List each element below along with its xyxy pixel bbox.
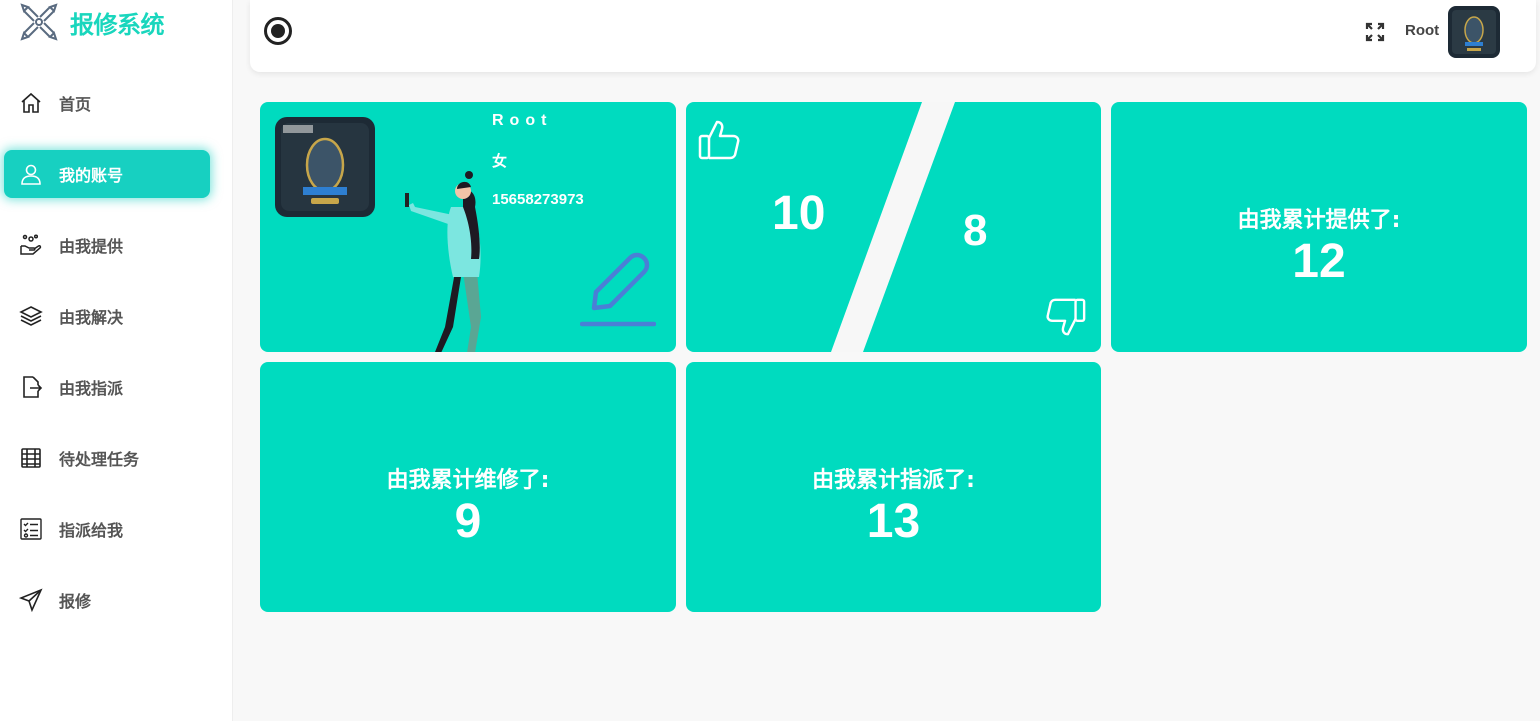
user-icon [21, 164, 41, 185]
stat-block: 由我累计维修了: 9 [260, 462, 676, 546]
sidebar-item-label: 待处理任务 [59, 450, 140, 469]
profile-avatar-image [275, 117, 375, 217]
sidebar-nav: 首页 我的账号 由我提供 由我解决 由我指派 待处理任务 指派给我 报修 [0, 79, 233, 647]
sidebar-item-pending-tasks[interactable]: 待处理任务 [4, 434, 210, 482]
stat-label: 由我累计维修了: [386, 468, 550, 493]
top-header: Root [250, 0, 1536, 72]
profile-phone: 15658273973 [492, 191, 584, 208]
grid-icon [21, 448, 41, 468]
sidebar-item-report-repair[interactable]: 报修 [4, 576, 210, 624]
dislikes-count: 8 [963, 206, 988, 255]
hand-offer-icon [20, 234, 42, 255]
likes-count: 10 [772, 187, 826, 240]
profile-gender: 女 [492, 152, 508, 170]
profile-avatar[interactable] [275, 117, 375, 217]
sidebar-item-label: 报修 [59, 592, 92, 611]
avatar[interactable] [1448, 6, 1500, 58]
sidebar-item-solved-by-me[interactable]: 由我解决 [4, 292, 210, 340]
sidebar-item-my-account[interactable]: 我的账号 [4, 150, 210, 198]
checklist-icon [20, 518, 42, 540]
home-icon [21, 92, 41, 113]
sidebar-item-label: 由我指派 [59, 379, 124, 398]
stat-value: 12 [1292, 235, 1346, 288]
app-logo[interactable]: 报修系统 [18, 0, 165, 44]
sidebar-item-label: 由我解决 [59, 308, 124, 327]
stat-label: 由我累计指派了: [812, 468, 975, 493]
sidebar-item-assigned-by-me[interactable]: 由我指派 [4, 363, 210, 411]
profile-name: Root [492, 112, 553, 129]
woman-illustration [405, 171, 481, 352]
app-title: 报修系统 [70, 10, 165, 39]
divider-slash [831, 102, 955, 352]
rating-card: 10 8 [686, 102, 1101, 352]
send-icon [19, 588, 43, 612]
stat-label: 由我累计提供了: [1237, 208, 1401, 233]
sidebar-item-label: 我的账号 [59, 166, 124, 185]
avatar-image [1448, 6, 1500, 58]
tools-logo-icon [20, 3, 58, 41]
sidebar-item-home[interactable]: 首页 [4, 79, 210, 127]
toggle-icon[interactable] [264, 17, 292, 45]
thumbs-down-icon[interactable] [1045, 296, 1087, 338]
export-icon [23, 376, 43, 398]
stat-card-assigned: 由我累计指派了: 13 [686, 362, 1101, 612]
sidebar-item-assigned-to-me[interactable]: 指派给我 [4, 505, 210, 553]
stat-block: 由我累计提供了: 12 [1111, 202, 1527, 286]
sidebar-item-label: 首页 [59, 95, 92, 114]
header-username[interactable]: Root [1405, 22, 1439, 39]
sidebar-item-label: 由我提供 [59, 237, 124, 256]
stat-card-provided: 由我累计提供了: 12 [1111, 102, 1527, 352]
layers-icon [19, 306, 43, 326]
thumbs-up-icon[interactable] [697, 118, 741, 162]
profile-card: Root 女 15658273973 [260, 102, 676, 352]
edit-icon[interactable] [580, 252, 656, 328]
stat-value: 13 [866, 495, 921, 548]
stat-block: 由我累计指派了: 13 [686, 462, 1101, 546]
stat-card-repaired: 由我累计维修了: 9 [260, 362, 676, 612]
sidebar: 报修系统 首页 我的账号 由我提供 由我解决 由我指派 待处理任务 指派给我 报… [0, 0, 233, 721]
stat-value: 9 [454, 495, 482, 548]
sidebar-item-provided-by-me[interactable]: 由我提供 [4, 221, 210, 269]
fullscreen-icon[interactable] [1365, 22, 1385, 42]
sidebar-item-label: 指派给我 [59, 521, 124, 540]
